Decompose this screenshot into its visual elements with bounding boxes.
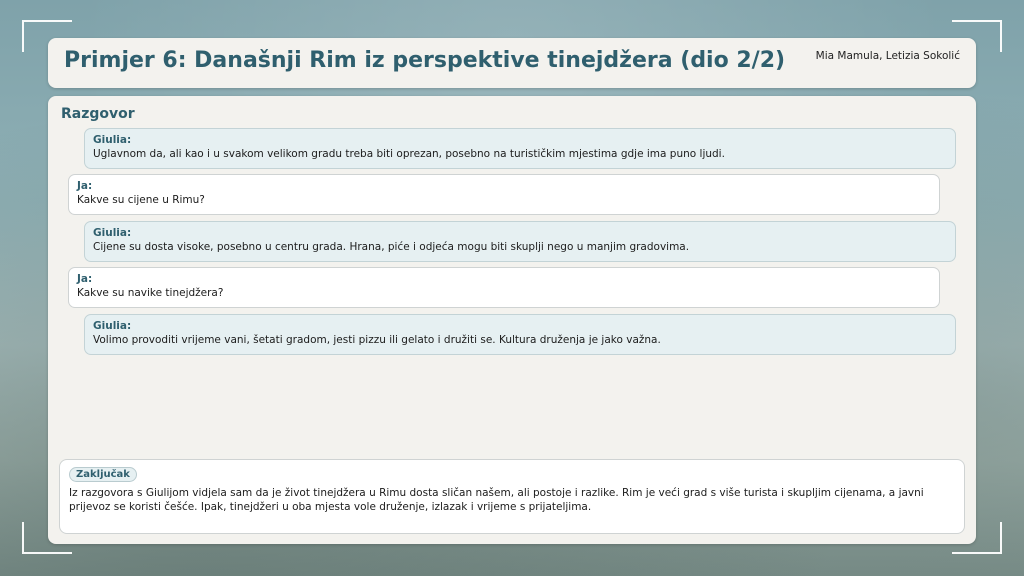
chat-message-giulia: Giulia: Uglavnom da, ali kao i u svakom … (84, 128, 956, 169)
slide-title: Primjer 6: Današnji Rim iz perspektive t… (64, 48, 786, 73)
message-text: Volimo provoditi vrijeme vani, šetati gr… (93, 334, 661, 346)
chat-message-giulia: Giulia: Cijene su dosta visoke, posebno … (84, 221, 956, 262)
speaker-label: Giulia: (93, 227, 132, 239)
chat-message-ja: Ja: Kakve su cijene u Rimu? (68, 174, 940, 215)
conversation-title: Razgovor (61, 106, 135, 122)
message-text: Kakve su navike tinejdžera? (77, 287, 224, 299)
message-text: Cijene su dosta visoke, posebno u centru… (93, 241, 690, 253)
speaker-label: Giulia: (93, 320, 132, 332)
speaker-label: Ja: (77, 273, 93, 285)
speaker-label: Ja: (77, 180, 93, 192)
chat-message-giulia: Giulia: Volimo provoditi vrijeme vani, š… (84, 314, 956, 355)
conversation-panel: Razgovor Giulia: Uglavnom da, ali kao i … (48, 96, 976, 544)
message-text: Kakve su cijene u Rimu? (77, 194, 205, 206)
summary-box: Zaključak Iz razgovora s Giulijom vidjel… (59, 459, 965, 534)
authors: Mia Mamula, Letizia Sokolić (815, 50, 960, 62)
speaker-label: Giulia: (93, 134, 132, 146)
title-bar: Primjer 6: Današnji Rim iz perspektive t… (48, 38, 976, 88)
chat-message-ja: Ja: Kakve su navike tinejdžera? (68, 267, 940, 308)
summary-badge: Zaključak (69, 467, 137, 482)
message-text: Uglavnom da, ali kao i u svakom velikom … (93, 148, 725, 160)
summary-text: Iz razgovora s Giulijom vidjela sam da j… (69, 487, 924, 513)
